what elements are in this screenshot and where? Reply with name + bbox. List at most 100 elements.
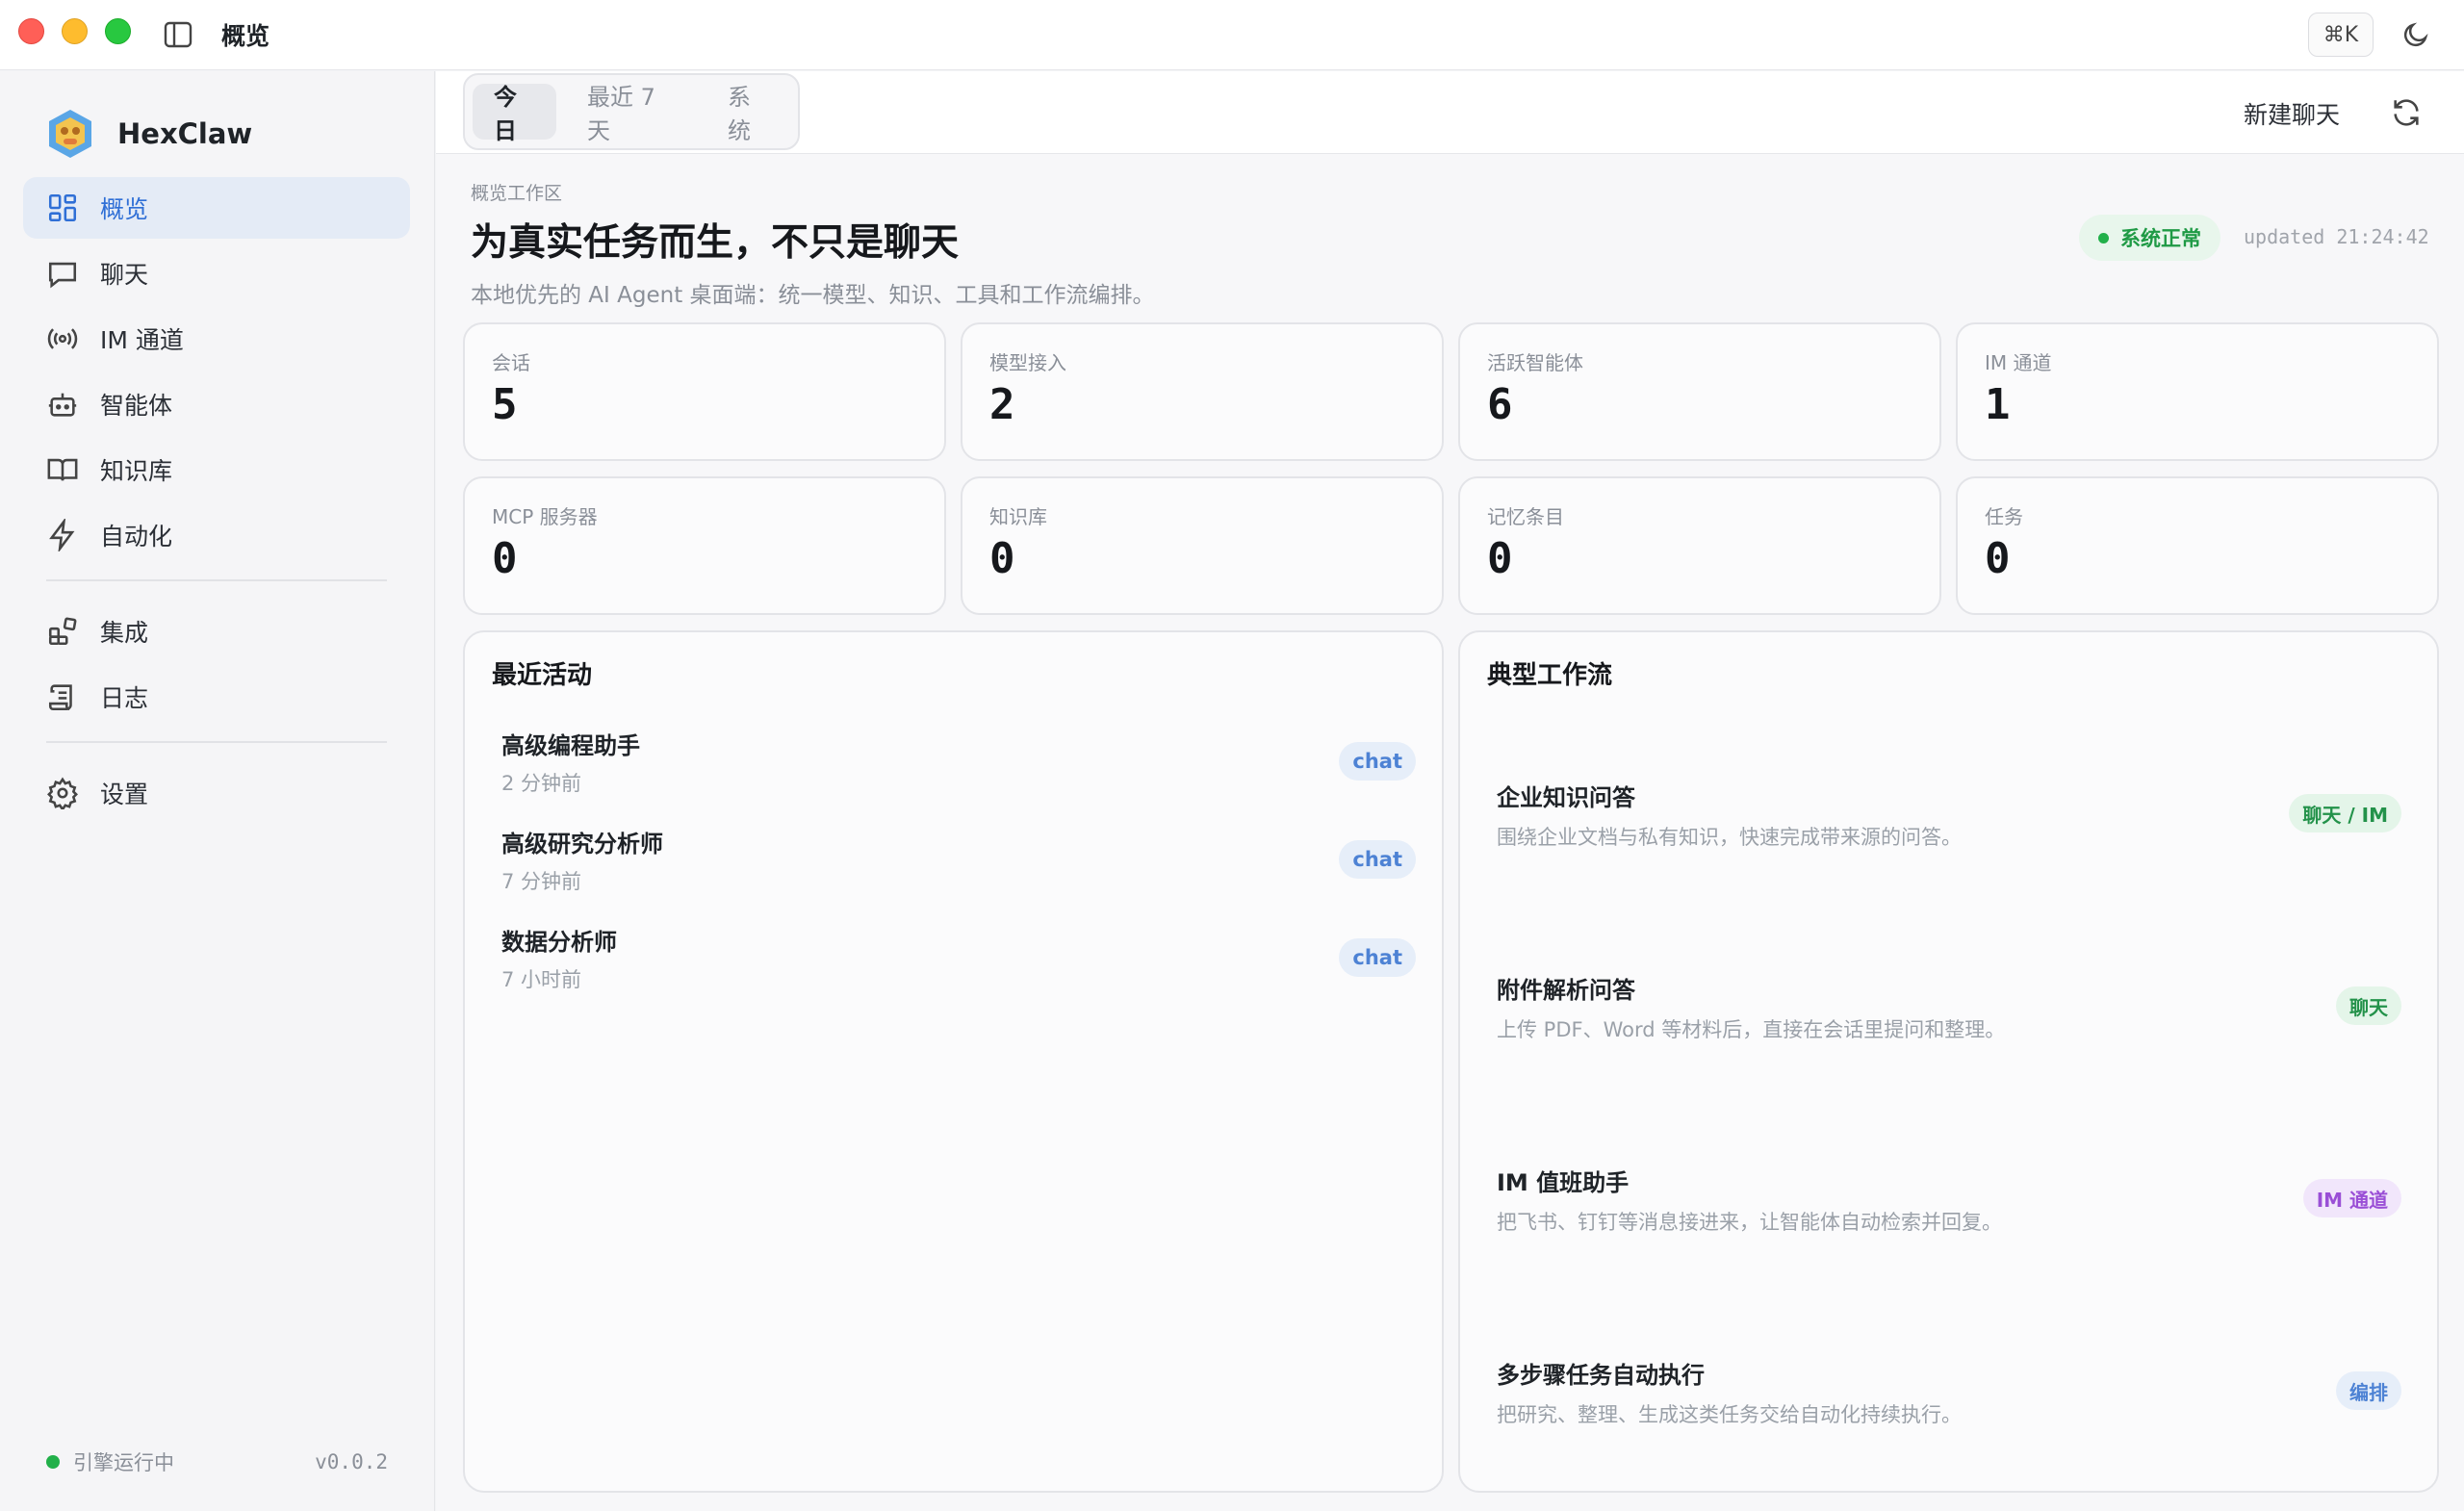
stat-value: 0 (989, 534, 1015, 583)
stat-card-active-agents[interactable]: 活跃智能体 6 (1458, 322, 1941, 461)
robot-icon (48, 393, 77, 417)
brand-name: HexClaw (117, 117, 253, 150)
stat-card-sessions[interactable]: 会话 5 (463, 322, 946, 461)
title-bar: 概览 ⌘K (0, 0, 2464, 70)
workflow-title: IM 值班助手 (1497, 1169, 1630, 1196)
stat-card-mcp-servers[interactable]: MCP 服务器 0 (463, 476, 946, 615)
new-chat-button[interactable]: 新建聊天 (2244, 96, 2340, 131)
tab-system[interactable]: 系统 (706, 84, 790, 144)
status-badge: 系统正常 (2079, 215, 2220, 261)
stat-label: 活跃智能体 (1487, 351, 1583, 374)
list-item[interactable]: 高级研究分析师 7 分钟前 chat (501, 825, 1416, 902)
window-controls (18, 18, 131, 44)
sidebar-item-im-channel[interactable]: IM 通道 (23, 308, 410, 370)
moon-icon[interactable] (2397, 15, 2435, 54)
panel-title: 典型工作流 (1487, 661, 1613, 690)
list-item[interactable]: 企业知识问答 围绕企业文档与私有知识，快速完成带来源的问答。 聊天 / IM (1497, 779, 2401, 856)
book-icon (47, 458, 78, 481)
close-window-button[interactable] (18, 18, 44, 44)
nav-divider (46, 579, 387, 581)
stat-card-tasks[interactable]: 任务 0 (1956, 476, 2439, 615)
dashboard-icon (48, 193, 77, 222)
stat-value: 2 (989, 380, 1015, 429)
hero: 概览工作区 为真实任务而生，不只是聊天 本地优先的 AI Agent 桌面端：统… (471, 179, 1155, 309)
stat-value: 6 (1487, 380, 1513, 429)
stat-value: 5 (492, 380, 518, 429)
sidebar-item-settings[interactable]: 设置 (23, 762, 410, 824)
sidebar-toggle-icon[interactable] (164, 21, 192, 48)
sidebar-item-label: 知识库 (100, 457, 173, 485)
tag-badge: chat (1339, 742, 1416, 781)
list-item[interactable]: 数据分析师 7 小时前 chat (501, 923, 1416, 1000)
lightning-icon (49, 519, 75, 551)
refresh-icon[interactable] (2390, 96, 2423, 129)
log-icon (48, 684, 72, 711)
tab-last-7-days[interactable]: 最近 7 天 (566, 84, 697, 144)
brand: HexClaw (46, 108, 252, 160)
tag-badge: IM 通道 (2302, 1179, 2401, 1217)
tag-badge: 聊天 (2336, 986, 2401, 1025)
page-subtitle: 本地优先的 AI Agent 桌面端：统一模型、知识、工具和工作流编排。 (471, 283, 1155, 308)
sidebar-item-label: 集成 (100, 619, 149, 647)
command-palette-button[interactable]: ⌘K (2308, 13, 2374, 57)
stat-value: 0 (1985, 534, 2011, 583)
range-tabs: 今日 最近 7 天 系统 (463, 73, 800, 150)
stat-label: 任务 (1985, 505, 2023, 528)
chat-icon (48, 262, 77, 289)
list-item[interactable]: IM 值班助手 把飞书、钉钉等消息接进来，让智能体自动检索并回复。 IM 通道 (1497, 1164, 2401, 1241)
tag-badge: chat (1339, 840, 1416, 879)
engine-status-label: 引擎运行中 (73, 1451, 174, 1474)
broadcast-icon (47, 328, 78, 349)
sidebar-item-logs[interactable]: 日志 (23, 666, 410, 728)
stat-value: 0 (492, 534, 518, 583)
tab-today[interactable]: 今日 (473, 84, 557, 144)
sidebar-item-label: 自动化 (100, 523, 173, 551)
sidebar-item-integrations[interactable]: 集成 (23, 601, 410, 662)
sidebar-item-label: IM 通道 (100, 326, 184, 354)
activity-time: 7 小时前 (501, 968, 582, 991)
activity-title: 数据分析师 (501, 929, 617, 956)
stat-label: 知识库 (989, 505, 1047, 528)
stat-card-im-channels[interactable]: IM 通道 1 (1956, 322, 2439, 461)
maximize-window-button[interactable] (105, 18, 131, 44)
sidebar-item-chat[interactable]: 聊天 (23, 243, 410, 304)
activity-title: 高级编程助手 (501, 732, 640, 759)
workflow-title: 企业知识问答 (1497, 784, 1635, 811)
stat-label: 会话 (492, 351, 530, 374)
window-title: 概览 (221, 22, 270, 50)
stat-value: 0 (1487, 534, 1513, 583)
hero-kicker: 概览工作区 (471, 183, 563, 204)
tag-badge: 聊天 / IM (2289, 794, 2401, 832)
workflow-desc: 把研究、整理、生成这类任务交给自动化持续执行。 (1497, 1403, 1962, 1426)
workflow-title: 多步骤任务自动执行 (1497, 1362, 1705, 1389)
activity-time: 2 分钟前 (501, 772, 582, 795)
sidebar-item-knowledge[interactable]: 知识库 (23, 439, 410, 500)
stat-label: IM 通道 (1985, 351, 2052, 374)
workflow-desc: 把飞书、钉钉等消息接进来，让智能体自动检索并回复。 (1497, 1211, 2002, 1234)
stat-card-memory[interactable]: 记忆条目 0 (1458, 476, 1941, 615)
sidebar-item-overview[interactable]: 概览 (23, 177, 410, 239)
stat-card-knowledge[interactable]: 知识库 0 (961, 476, 1444, 615)
panel-title: 最近活动 (492, 661, 593, 690)
recent-activity-panel: 最近活动 高级编程助手 2 分钟前 chat 高级研究分析师 7 分钟前 cha… (463, 630, 1444, 1493)
list-item[interactable]: 多步骤任务自动执行 把研究、整理、生成这类任务交给自动化持续执行。 编排 (1497, 1356, 2401, 1433)
main-topbar: 今日 最近 7 天 系统 新建聊天 (436, 71, 2464, 154)
activity-title: 高级研究分析师 (501, 831, 663, 858)
status-dot (2098, 232, 2109, 243)
sidebar: HexClaw 概览 聊天 IM 通道 智能体 知识库 自动化 集成 日志 设置… (0, 71, 435, 1511)
workflow-desc: 上传 PDF、Word 等材料后，直接在会话里提问和整理。 (1497, 1018, 2006, 1041)
sidebar-item-agents[interactable]: 智能体 (23, 373, 410, 435)
nav-divider (46, 741, 387, 743)
stat-label: 模型接入 (989, 351, 1066, 374)
list-item[interactable]: 高级编程助手 2 分钟前 chat (501, 727, 1416, 804)
minimize-window-button[interactable] (62, 18, 88, 44)
tag-badge: chat (1339, 938, 1416, 977)
stat-card-models[interactable]: 模型接入 2 (961, 322, 1444, 461)
updated-timestamp: updated 21:24:42 (2244, 225, 2429, 248)
sidebar-item-automation[interactable]: 自动化 (23, 504, 410, 566)
workflow-desc: 围绕企业文档与私有知识，快速完成带来源的问答。 (1497, 826, 1962, 849)
main-content: 今日 最近 7 天 系统 新建聊天 概览工作区 为真实任务而生，不只是聊天 本地… (436, 71, 2464, 1511)
sidebar-item-label: 日志 (100, 684, 149, 712)
hexclaw-logo-icon (49, 110, 91, 158)
list-item[interactable]: 附件解析问答 上传 PDF、Word 等材料后，直接在会话里提问和整理。 聊天 (1497, 971, 2401, 1048)
